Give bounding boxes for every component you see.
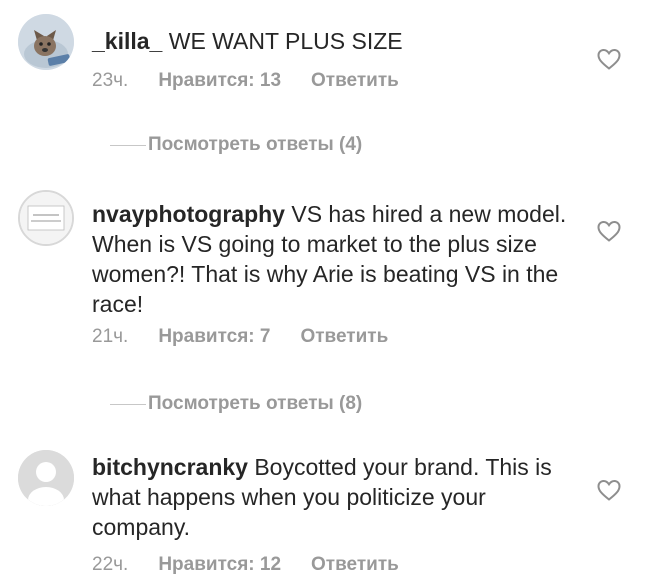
username[interactable]: bitchyncranky bbox=[92, 454, 248, 480]
heart-icon[interactable] bbox=[596, 478, 622, 502]
username[interactable]: nvayphotography bbox=[92, 201, 285, 227]
heart-icon[interactable] bbox=[596, 219, 622, 243]
dog-avatar-icon bbox=[18, 14, 74, 70]
comment-text: bitchyncranky Boycotted your brand. This… bbox=[92, 452, 572, 542]
nvay-photography-logo-avatar-icon bbox=[20, 192, 72, 244]
comment-meta: 23ч. Нравится: 13 Ответить bbox=[92, 70, 429, 92]
likes-count[interactable]: Нравится: 7 bbox=[158, 326, 270, 347]
timestamp[interactable]: 21ч. bbox=[92, 326, 128, 347]
reply-button[interactable]: Ответить bbox=[311, 70, 399, 91]
comment-text: nvayphotography VS has hired a new model… bbox=[92, 199, 572, 319]
timestamp[interactable]: 22ч. bbox=[92, 554, 128, 575]
heart-icon[interactable] bbox=[596, 47, 622, 71]
view-replies-label: Посмотреть ответы (8) bbox=[148, 393, 363, 414]
avatar[interactable] bbox=[18, 450, 74, 506]
comment-meta: 22ч. Нравится: 12 Ответить bbox=[92, 554, 429, 576]
likes-count[interactable]: Нравится: 12 bbox=[158, 554, 281, 575]
reply-button[interactable]: Ответить bbox=[311, 554, 399, 575]
view-replies-label: Посмотреть ответы (4) bbox=[148, 134, 363, 155]
divider-line bbox=[110, 403, 146, 405]
timestamp[interactable]: 23ч. bbox=[92, 70, 128, 91]
comment-text: _killa_ WE WANT PLUS SIZE bbox=[92, 26, 572, 56]
comment-body: WE WANT PLUS SIZE bbox=[162, 28, 403, 54]
likes-count[interactable]: Нравится: 13 bbox=[158, 70, 281, 91]
avatar[interactable] bbox=[18, 190, 74, 246]
default-user-avatar-icon bbox=[18, 450, 74, 506]
reply-button[interactable]: Ответить bbox=[300, 326, 388, 347]
comment-meta: 21ч. Нравится: 7 Ответить bbox=[92, 326, 418, 348]
view-replies-button[interactable]: Посмотреть ответы (8) bbox=[110, 392, 362, 416]
view-replies-button[interactable]: Посмотреть ответы (4) bbox=[110, 133, 362, 157]
username[interactable]: _killa_ bbox=[92, 28, 162, 54]
divider-line bbox=[110, 144, 146, 146]
avatar[interactable] bbox=[18, 14, 74, 70]
